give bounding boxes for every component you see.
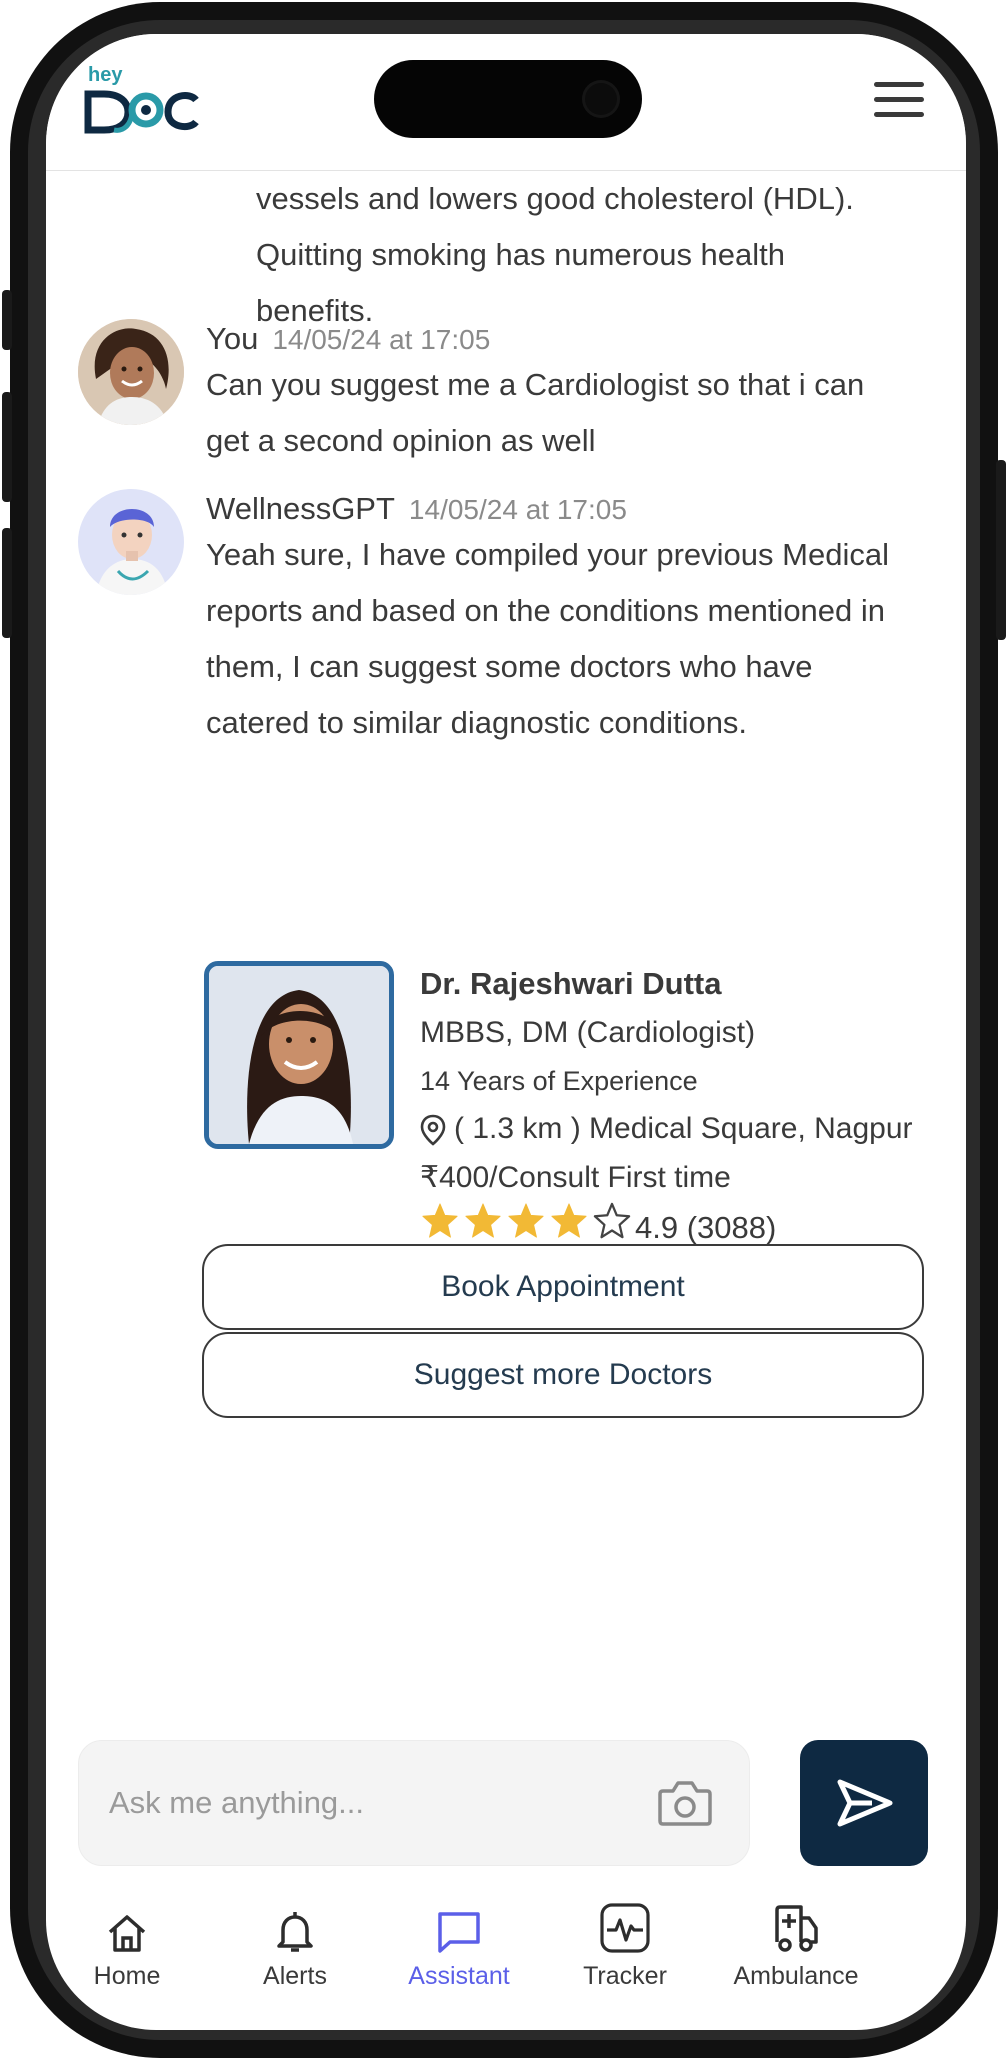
message-line: vessels and lowers good cholesterol (HDL… (256, 181, 854, 216)
dynamic-island (374, 60, 642, 138)
message-line: get a second opinion as well (206, 423, 596, 458)
bottom-navigation: Home Alerts Assistant Tracker Ambulance (46, 1896, 966, 2006)
logo-hey-text: hey (88, 64, 123, 86)
front-camera (582, 80, 620, 118)
star-empty-icon (593, 1202, 631, 1238)
message-header: You 14/05/24 at 17:05 (206, 321, 490, 357)
hamburger-menu-icon[interactable] (874, 82, 924, 122)
message-header: WellnessGPT 14/05/24 at 17:05 (206, 491, 627, 527)
message-body: Yeah sure, I have compiled your previous… (206, 527, 926, 751)
star-filled-icon (422, 1202, 458, 1238)
location-pin-icon (420, 1114, 446, 1146)
message-line: catered to similar diagnostic conditions… (206, 705, 748, 740)
nav-home[interactable]: Home (52, 1896, 202, 1991)
pulse-icon (600, 1903, 650, 1953)
nav-label: Tracker (583, 1962, 667, 1990)
sender-name: WellnessGPT (206, 491, 395, 526)
chat-thread[interactable]: vessels and lowers good cholesterol (HDL… (46, 171, 966, 1731)
nav-ambulance[interactable]: Ambulance (718, 1896, 874, 1991)
message-timestamp: 14/05/24 at 17:05 (272, 324, 491, 355)
phone-volume-up-button (2, 392, 12, 502)
logo-doc-mark (84, 90, 199, 134)
message-line: them, I can suggest some doctors who hav… (206, 649, 813, 684)
message-line: reports and based on the conditions ment… (206, 593, 886, 628)
message-timestamp: 14/05/24 at 17:05 (408, 494, 627, 525)
heydoc-logo[interactable]: hey (84, 64, 204, 144)
user-avatar (78, 319, 184, 425)
nav-label: Ambulance (733, 1962, 859, 1990)
doctor-experience: 14 Years of Experience (420, 1066, 698, 1096)
doctor-name: Dr. Rajeshwari Dutta (420, 966, 722, 1001)
home-icon (108, 1915, 146, 1952)
chat-icon (438, 1912, 480, 1953)
nav-assistant[interactable]: Assistant (384, 1896, 534, 1991)
message-line: Quitting smoking has numerous health (256, 237, 786, 272)
send-icon (837, 1779, 893, 1827)
nav-label: Alerts (263, 1962, 327, 1990)
message-line: Yeah sure, I have compiled your previous… (206, 537, 889, 572)
star-filled-icon (551, 1202, 587, 1238)
app-screen: vessels and lowers good cholesterol (HDL… (46, 34, 966, 2030)
nav-label: Assistant (408, 1962, 510, 1990)
phone-side-button (2, 290, 12, 350)
nav-label: Home (93, 1962, 161, 1990)
message-body: Can you suggest me a Cardiologist so tha… (206, 357, 926, 469)
doctor-location: ( 1.3 km ) Medical Square, Nagpur (420, 1105, 960, 1153)
star-filled-icon (465, 1202, 501, 1238)
ambulance-icon (775, 1905, 818, 1952)
consult-fee: ₹400/Consult First time (420, 1161, 731, 1194)
doctor-degree: MBBS, DM (Cardiologist) (420, 1016, 756, 1049)
doctor-card[interactable]: Dr. Rajeshwari Dutta MBBS, DM (Cardiolog… (204, 961, 964, 1245)
nav-tracker[interactable]: Tracker (550, 1896, 700, 1991)
chat-input[interactable] (107, 1771, 611, 1835)
nav-alerts[interactable]: Alerts (220, 1896, 370, 1991)
previous-message-tail: vessels and lowers good cholesterol (HDL… (256, 171, 896, 339)
sender-name: You (206, 321, 259, 356)
message-line: Can you suggest me a Cardiologist so tha… (206, 367, 865, 402)
book-appointment-button[interactable]: Book Appointment (202, 1244, 924, 1330)
assistant-avatar (78, 489, 184, 595)
star-filled-icon (508, 1202, 544, 1238)
location-text: ( 1.3 km ) Medical Square, Nagpur (454, 1112, 913, 1145)
phone-volume-down-button (2, 528, 12, 638)
doctor-info: Dr. Rajeshwari Dutta MBBS, DM (Cardiolog… (420, 959, 960, 1253)
message-composer (78, 1740, 750, 1866)
send-button[interactable] (800, 1740, 928, 1866)
phone-power-button (996, 460, 1006, 640)
camera-icon[interactable] (657, 1777, 713, 1829)
app-header: hey (46, 34, 966, 171)
suggest-more-doctors-button[interactable]: Suggest more Doctors (202, 1332, 924, 1418)
doctor-photo (204, 961, 394, 1149)
bell-icon (277, 1912, 313, 1952)
